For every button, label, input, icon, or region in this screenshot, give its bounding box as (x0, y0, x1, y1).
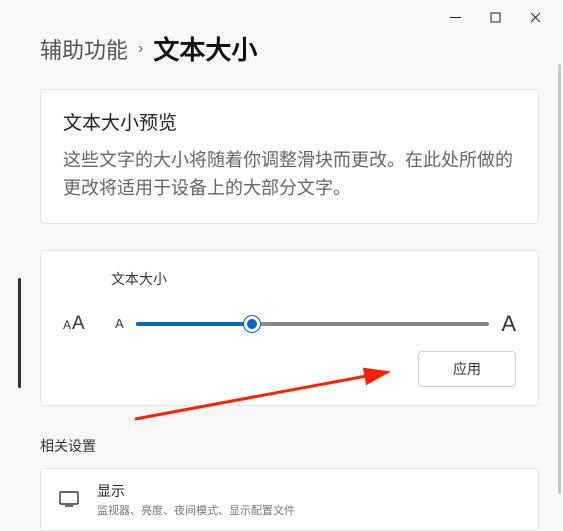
preview-card: 文本大小预览 这些文字的大小将随着你调整滑块而更改。在此处所做的更改将适用于设备… (40, 89, 539, 224)
scrollbar[interactable] (558, 64, 561, 494)
slider-min-label: A (115, 316, 124, 331)
related-settings-section: 相关设置 显示 监视器、亮度、夜间模式、显示配置文件 (40, 436, 539, 531)
window-minimize-button[interactable] (435, 3, 475, 31)
scrollbar-left-accent (18, 278, 21, 388)
window-maximize-button[interactable] (475, 3, 515, 31)
related-item-label: 显示 (97, 481, 295, 501)
slider-max-label: A (501, 311, 516, 337)
breadcrumb-parent[interactable]: 辅助功能 (40, 33, 128, 65)
window-close-button[interactable] (515, 3, 555, 31)
breadcrumb: 辅助功能 › 文本大小 (40, 30, 539, 67)
related-item-display[interactable]: 显示 监视器、亮度、夜间模式、显示配置文件 (40, 468, 539, 531)
related-title: 相关设置 (40, 436, 539, 456)
monitor-icon (59, 491, 79, 507)
related-item-sub: 监视器、亮度、夜间模式、显示配置文件 (97, 502, 295, 518)
text-size-card: 文本大小 AA A A 应用 (40, 250, 539, 406)
slider-label: 文本大小 (111, 269, 516, 289)
apply-button[interactable]: 应用 (418, 351, 516, 387)
text-size-slider[interactable] (136, 316, 490, 332)
page-title: 文本大小 (153, 30, 257, 67)
preview-text: 这些文字的大小将随着你调整滑块而更改。在此处所做的更改将适用于设备上的大部分文字… (63, 147, 516, 203)
preview-title: 文本大小预览 (63, 108, 516, 135)
chevron-right-icon: › (138, 40, 143, 58)
text-size-icon: AA (63, 313, 103, 335)
